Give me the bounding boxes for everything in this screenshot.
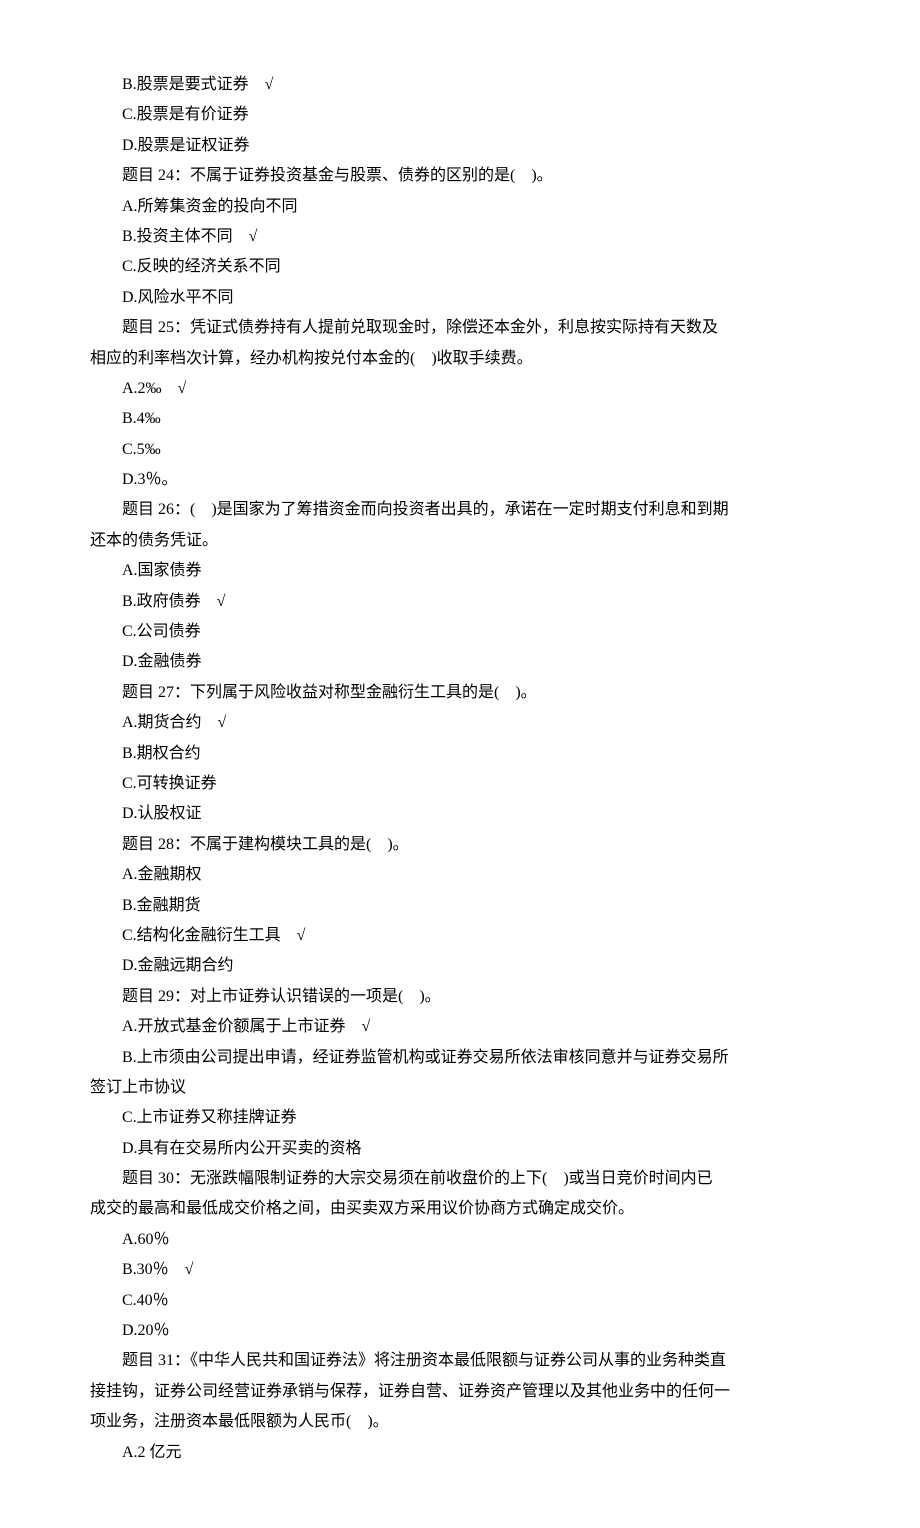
text-line: B.金融期货 [90, 891, 830, 921]
text-line: A.国家债券 [90, 556, 830, 586]
text-line: 接挂钩，证券公司经营证券承销与保荐，证券自营、证券资产管理以及其他业务中的任何一 [90, 1377, 830, 1407]
text-line: 项业务，注册资本最低限额为人民币( )。 [90, 1407, 830, 1437]
text-line: A.所筹集资金的投向不同 [90, 192, 830, 222]
text-line: 成交的最高和最低成交价格之间，由买卖双方采用议价协商方式确定成交价。 [90, 1194, 830, 1224]
text-line: B.投资主体不同 √ [90, 222, 830, 252]
text-line: C.上市证券又称挂牌证券 [90, 1103, 830, 1133]
text-line: 题目 27：下列属于风险收益对称型金融衍生工具的是( )。 [90, 678, 830, 708]
text-line: B.上市须由公司提出申请，经证券监管机构或证券交易所依法审核同意并与证券交易所 [90, 1043, 830, 1073]
text-line: A.期货合约 √ [90, 708, 830, 738]
text-line: C.可转换证券 [90, 769, 830, 799]
text-line: A.2 亿元 [90, 1438, 830, 1468]
text-line: A.金融期权 [90, 860, 830, 890]
text-line: 题目 29：对上市证券认识错误的一项是( )。 [90, 982, 830, 1012]
document-body: B.股票是要式证券 √C.股票是有价证券D.股票是证权证券题目 24：不属于证券… [90, 70, 830, 1468]
text-line: D.20％ [90, 1316, 830, 1346]
text-line: 题目 26：( )是国家为了筹措资金而向投资者出具的，承诺在一定时期支付利息和到… [90, 495, 830, 525]
text-line: D.风险水平不同 [90, 283, 830, 313]
text-line: 签订上市协议 [90, 1073, 830, 1103]
text-line: B.政府债券 √ [90, 587, 830, 617]
text-line: D.股票是证权证券 [90, 131, 830, 161]
text-line: D.金融债券 [90, 647, 830, 677]
text-line: D.3％。 [90, 465, 830, 495]
text-line: B.股票是要式证券 √ [90, 70, 830, 100]
text-line: B.30％ √ [90, 1255, 830, 1285]
text-line: D.金融远期合约 [90, 951, 830, 981]
text-line: D.认股权证 [90, 799, 830, 829]
text-line: A.2‰ √ [90, 374, 830, 404]
text-line: 还本的债务凭证。 [90, 526, 830, 556]
text-line: C.40％ [90, 1286, 830, 1316]
text-line: 相应的利率档次计算，经办机构按兑付本金的( )收取手续费。 [90, 344, 830, 374]
text-line: B.期权合约 [90, 739, 830, 769]
text-line: 题目 28：不属于建构模块工具的是( )。 [90, 830, 830, 860]
text-line: D.具有在交易所内公开买卖的资格 [90, 1134, 830, 1164]
text-line: 题目 30：无涨跌幅限制证券的大宗交易须在前收盘价的上下( )或当日竞价时间内已 [90, 1164, 830, 1194]
text-line: C.结构化金融衍生工具 √ [90, 921, 830, 951]
text-line: A.开放式基金价额属于上市证券 √ [90, 1012, 830, 1042]
text-line: C.反映的经济关系不同 [90, 252, 830, 282]
text-line: C.股票是有价证券 [90, 100, 830, 130]
text-line: C.公司债券 [90, 617, 830, 647]
text-line: 题目 31：《中华人民共和国证券法》将注册资本最低限额与证券公司从事的业务种类直 [90, 1346, 830, 1376]
text-line: C.5‰ [90, 435, 830, 465]
text-line: A.60％ [90, 1225, 830, 1255]
text-line: 题目 24：不属于证券投资基金与股票、债券的区别的是( )。 [90, 161, 830, 191]
text-line: 题目 25：凭证式债券持有人提前兑取现金时，除偿还本金外，利息按实际持有天数及 [90, 313, 830, 343]
text-line: B.4‰ [90, 404, 830, 434]
